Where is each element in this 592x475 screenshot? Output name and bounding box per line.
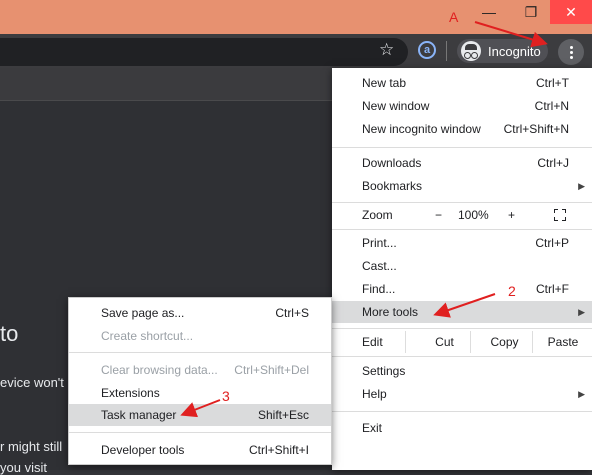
annotation-arrows bbox=[180, 21, 548, 418]
annotation-arrow-3 bbox=[180, 399, 221, 418]
annotation-arrow-a bbox=[474, 21, 548, 48]
annotation-arrow-2 bbox=[433, 293, 496, 318]
